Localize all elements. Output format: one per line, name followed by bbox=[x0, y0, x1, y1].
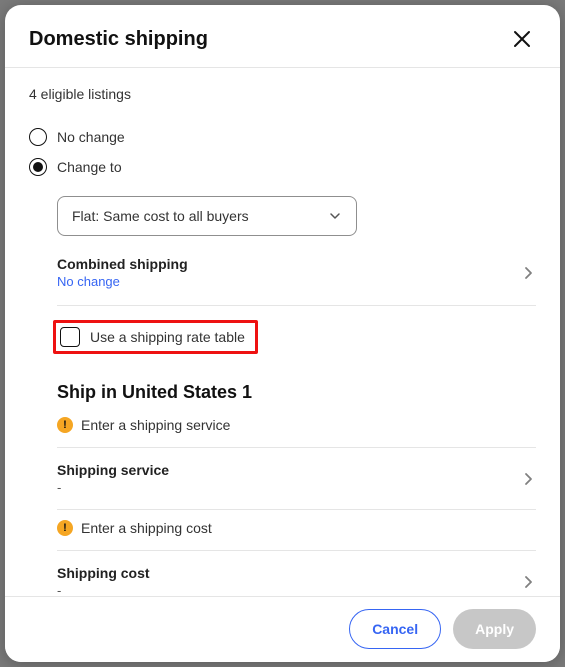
shipping-service-value: - bbox=[57, 480, 169, 495]
shipping-cost-row[interactable]: Shipping cost - bbox=[57, 565, 536, 596]
chevron-right-icon bbox=[520, 265, 536, 281]
rate-table-label: Use a shipping rate table bbox=[90, 329, 245, 345]
shipping-cost-value: - bbox=[57, 583, 150, 596]
radio-icon bbox=[29, 128, 47, 146]
ship-section-title: Ship in United States 1 bbox=[57, 382, 536, 403]
close-button[interactable] bbox=[508, 25, 536, 53]
domestic-shipping-modal: Domestic shipping 4 eligible listings No… bbox=[5, 5, 560, 662]
shipping-type-select[interactable]: Flat: Same cost to all buyers bbox=[57, 196, 357, 236]
modal-header: Domestic shipping bbox=[5, 5, 560, 68]
combined-shipping-row[interactable]: Combined shipping No change bbox=[57, 256, 536, 306]
chevron-down-icon bbox=[328, 209, 342, 223]
chevron-right-icon bbox=[520, 574, 536, 590]
eligible-listings: 4 eligible listings bbox=[29, 68, 536, 122]
checkbox-icon bbox=[60, 327, 80, 347]
radio-label: No change bbox=[57, 129, 125, 145]
cancel-button[interactable]: Cancel bbox=[349, 609, 441, 649]
shipping-service-row[interactable]: Shipping service - bbox=[57, 462, 536, 510]
radio-icon-selected bbox=[29, 158, 47, 176]
radio-label: Change to bbox=[57, 159, 122, 175]
warning-icon: ! bbox=[57, 520, 73, 536]
warning-cost: ! Enter a shipping cost bbox=[57, 520, 536, 551]
use-rate-table-checkbox[interactable]: Use a shipping rate table bbox=[53, 320, 258, 354]
radio-change-to[interactable]: Change to bbox=[29, 152, 536, 182]
close-icon bbox=[513, 30, 531, 48]
warning-icon: ! bbox=[57, 417, 73, 433]
modal-footer: Cancel Apply bbox=[5, 596, 560, 662]
shipping-service-label: Shipping service bbox=[57, 462, 169, 478]
chevron-right-icon bbox=[520, 471, 536, 487]
combined-shipping-value: No change bbox=[57, 274, 188, 289]
modal-body[interactable]: 4 eligible listings No change Change to … bbox=[5, 68, 560, 596]
warning-service: ! Enter a shipping service bbox=[57, 417, 536, 448]
select-value: Flat: Same cost to all buyers bbox=[72, 208, 249, 224]
warning-text: Enter a shipping service bbox=[81, 417, 230, 433]
modal-title: Domestic shipping bbox=[29, 28, 208, 51]
radio-no-change[interactable]: No change bbox=[29, 122, 536, 152]
combined-shipping-label: Combined shipping bbox=[57, 256, 188, 272]
warning-text: Enter a shipping cost bbox=[81, 520, 212, 536]
shipping-cost-label: Shipping cost bbox=[57, 565, 150, 581]
apply-button[interactable]: Apply bbox=[453, 609, 536, 649]
